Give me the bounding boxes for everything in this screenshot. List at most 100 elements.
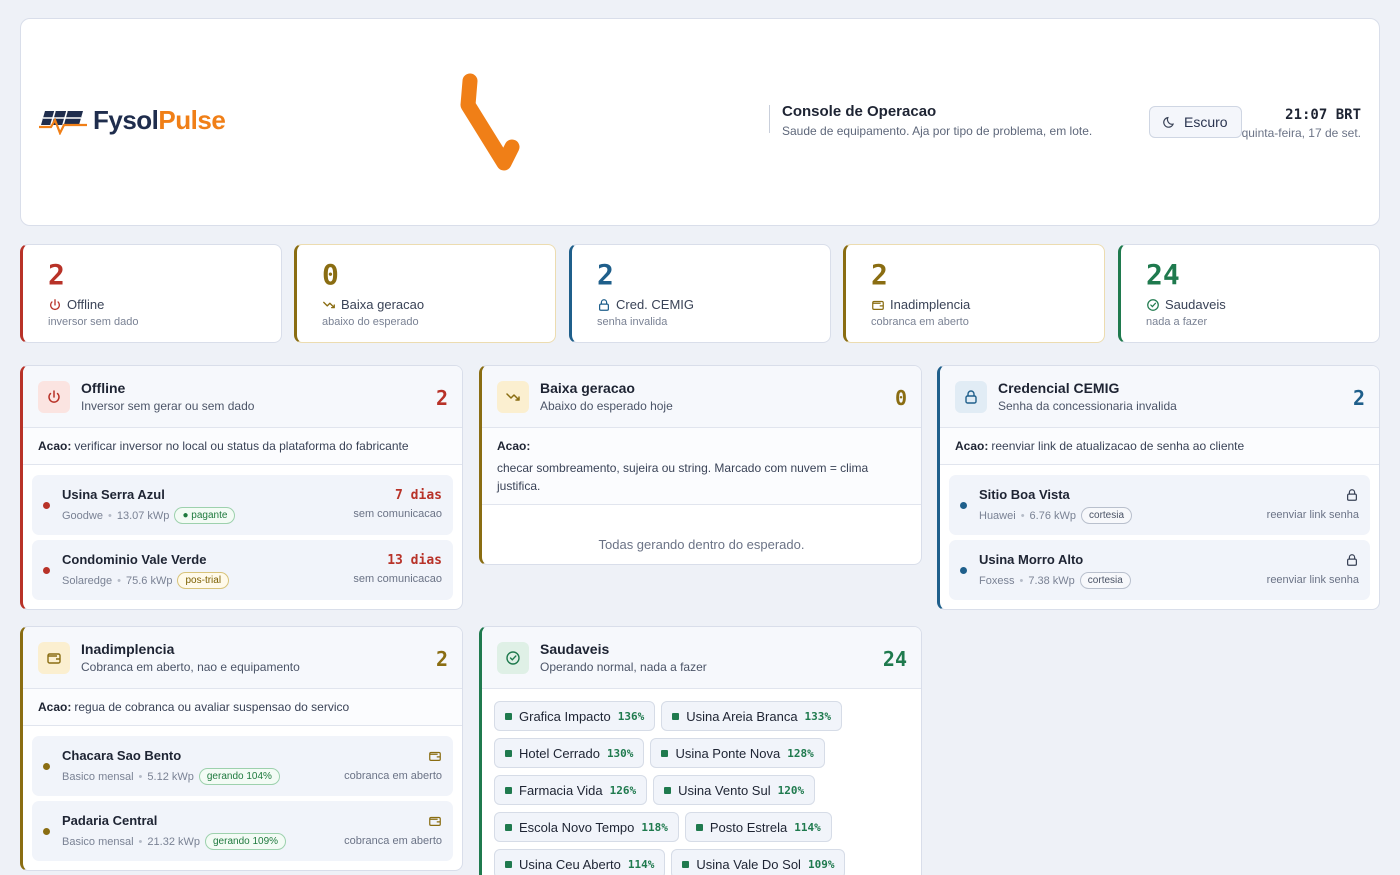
- status-dot: [43, 567, 50, 574]
- trending-down-icon: [497, 380, 529, 413]
- wallet-icon[interactable]: [428, 749, 442, 763]
- panel-subtitle: Cobranca em aberto, nao e equipamento: [81, 660, 300, 674]
- stat-value: 2: [871, 258, 888, 291]
- healthy-plant-chip[interactable]: Usina Vale Do Sol 109%: [671, 849, 846, 875]
- healthy-plant-chip[interactable]: Usina Areia Branca 133%: [661, 701, 843, 731]
- resend-link-action[interactable]: reenviar link senha: [1267, 509, 1359, 521]
- panel-subtitle: Abaixo do esperado hoje: [540, 399, 673, 413]
- healthy-plant-chip[interactable]: Usina Vento Sul 120%: [653, 775, 816, 805]
- trending-down-icon: [323, 301, 335, 308]
- healthy-plant-chip[interactable]: Usina Ceu Aberto 114%: [494, 849, 666, 875]
- status-dot: [43, 502, 50, 509]
- item-status: sem comunicacao: [353, 573, 442, 585]
- plan-badge: cortesia: [1081, 507, 1133, 524]
- healthy-plant-chip[interactable]: Posto Estrela 114%: [684, 812, 832, 842]
- clock-time: 21:07 BRT: [1285, 107, 1361, 123]
- panel-action: Acao: regua de cobranca ou avaliar suspen…: [23, 689, 462, 726]
- panel-subtitle: Senha da concessionaria invalida: [998, 399, 1177, 413]
- panel-title: Credencial CEMIG: [998, 380, 1120, 396]
- panel-count: 2: [435, 647, 448, 671]
- stat-label: Cred. CEMIG: [616, 297, 695, 312]
- brand-name-b: Pulse: [158, 105, 226, 135]
- panel-title: Baixa geracao: [540, 380, 635, 396]
- stat-label: Saudaveis: [1165, 297, 1226, 312]
- status-dot: [960, 567, 967, 574]
- theme-toggle-label: Escuro: [1184, 114, 1228, 130]
- list-item[interactable]: Condominio Vale Verde Solaredge • 75.6 kWp…: [32, 540, 453, 600]
- panel-title: Saudaveis: [540, 641, 610, 657]
- brand-name-a: Fysol: [93, 105, 159, 135]
- healthy-plant-chip[interactable]: Grafica Impacto 136%: [494, 701, 656, 731]
- list-item[interactable]: Usina Serra Azul Goodwe • 13.07 kWp ● pagan…: [32, 475, 453, 535]
- theme-toggle-button[interactable]: Escuro: [1149, 106, 1242, 138]
- app-header: FysolPulse Console de Operacao Saude de …: [20, 18, 1380, 226]
- panel-title: Offline: [81, 380, 126, 396]
- stat-card-inadimplencia[interactable]: 2 Inadimplencia cobranca em aberto: [843, 244, 1105, 343]
- check-circle-icon: [1147, 298, 1159, 311]
- panel-count: 2: [1352, 386, 1365, 410]
- list-item[interactable]: Chacara Sao Bento Basico mensal • 5.12 kWp…: [32, 736, 453, 796]
- panel-action: Acao: checar sombreamento, sujeira ou str…: [482, 428, 921, 505]
- stat-label: Baixa geracao: [341, 297, 425, 312]
- generation-badge: gerando 104%: [198, 768, 280, 785]
- empty-state: Todas gerando dentro do esperado.: [598, 537, 805, 552]
- stat-value: 0: [322, 258, 339, 291]
- wallet-icon: [872, 300, 884, 310]
- lock-icon: [955, 380, 987, 413]
- power-icon: [38, 380, 70, 413]
- page-subtitle: Saude de equipamento. Aja por tipo de pr…: [782, 124, 1093, 138]
- wallet-icon[interactable]: [428, 814, 442, 828]
- lock-icon[interactable]: [1345, 488, 1359, 502]
- healthy-plant-chip[interactable]: Usina Ponte Nova 128%: [650, 738, 825, 768]
- stat-value: 2: [597, 258, 614, 291]
- healthy-plant-chip[interactable]: Farmacia Vida 126%: [494, 775, 648, 805]
- solar-panel-logo-icon: [39, 110, 87, 135]
- stat-sublabel: nada a fazer: [1146, 316, 1208, 328]
- brand-logo[interactable]: FysolPulse: [39, 105, 226, 136]
- healthy-plant-chip[interactable]: Hotel Cerrado 130%: [494, 738, 645, 768]
- list-item[interactable]: Sitio Boa Vista Huawei • 6.76 kWp cortesia …: [949, 475, 1370, 535]
- list-item[interactable]: Usina Morro Alto Foxess • 7.38 kWp cortesia…: [949, 540, 1370, 600]
- stat-card-cred-cemig[interactable]: 2 Cred. CEMIG senha invalida: [569, 244, 831, 343]
- power-icon: [49, 298, 61, 310]
- status-dot: [960, 502, 967, 509]
- list-item[interactable]: Padaria Central Basico mensal • 21.32 kWp g…: [32, 801, 453, 861]
- panel-offline: Offline Inversor sem gerar ou sem dado 2…: [20, 365, 463, 610]
- panel-subtitle: Operando normal, nada a fazer: [540, 660, 707, 674]
- status-dot: [43, 763, 50, 770]
- panel-count: 2: [435, 386, 448, 410]
- stat-label: Offline: [67, 297, 105, 312]
- panel-action: Acao: reenviar link de atualizacao de sen…: [940, 428, 1379, 465]
- item-status: sem comunicacao: [353, 508, 442, 520]
- panel-inadimplencia: Inadimplencia Cobranca em aberto, nao e …: [20, 626, 463, 871]
- moon-icon: [1163, 116, 1175, 128]
- resend-link-action[interactable]: reenviar link senha: [1267, 574, 1359, 586]
- stat-sublabel: senha invalida: [597, 316, 668, 328]
- panel-count: 24: [882, 647, 907, 671]
- stat-sublabel: abaixo do esperado: [322, 316, 419, 328]
- clock-date: quinta-feira, 17 de set.: [1241, 126, 1361, 140]
- healthy-plant-chip[interactable]: Escola Novo Tempo 118%: [494, 812, 679, 842]
- panel-subtitle: Inversor sem gerar ou sem dado: [81, 399, 255, 413]
- days-offline: 7 dias: [395, 488, 442, 503]
- stat-sublabel: cobranca em aberto: [871, 316, 969, 328]
- plan-badge: ● pagante: [174, 507, 236, 524]
- generation-badge: gerando 109%: [205, 833, 287, 850]
- panel-baixa-geracao: Baixa geracao Abaixo do esperado hoje 0 …: [479, 365, 922, 565]
- lock-icon[interactable]: [1345, 553, 1359, 567]
- console-heading: Console de Operacao Saude de equipamento…: [769, 103, 1092, 138]
- stat-card-baixa-geracao[interactable]: 0 Baixa geracao abaixo do esperado: [294, 244, 556, 343]
- status-dot: [43, 828, 50, 835]
- page-title: Console de Operacao: [782, 103, 937, 120]
- stat-card-saudaveis[interactable]: 24 Saudaveis nada a fazer: [1118, 244, 1380, 343]
- stat-card-offline[interactable]: 2 Offline inversor sem dado: [20, 244, 282, 343]
- item-status: cobranca em aberto: [344, 835, 442, 847]
- plan-badge: cortesia: [1079, 572, 1131, 589]
- panel-credencial-cemig: Credencial CEMIG Senha da concessionaria…: [937, 365, 1380, 610]
- stat-label: Inadimplencia: [890, 297, 971, 312]
- panel-count: 0: [894, 386, 907, 410]
- stat-sublabel: inversor sem dado: [48, 316, 139, 328]
- plan-badge: pos-trial: [177, 572, 230, 589]
- item-status: cobranca em aberto: [344, 770, 442, 782]
- clock: 21:07 BRT quinta-feira, 17 de set.: [1242, 107, 1361, 140]
